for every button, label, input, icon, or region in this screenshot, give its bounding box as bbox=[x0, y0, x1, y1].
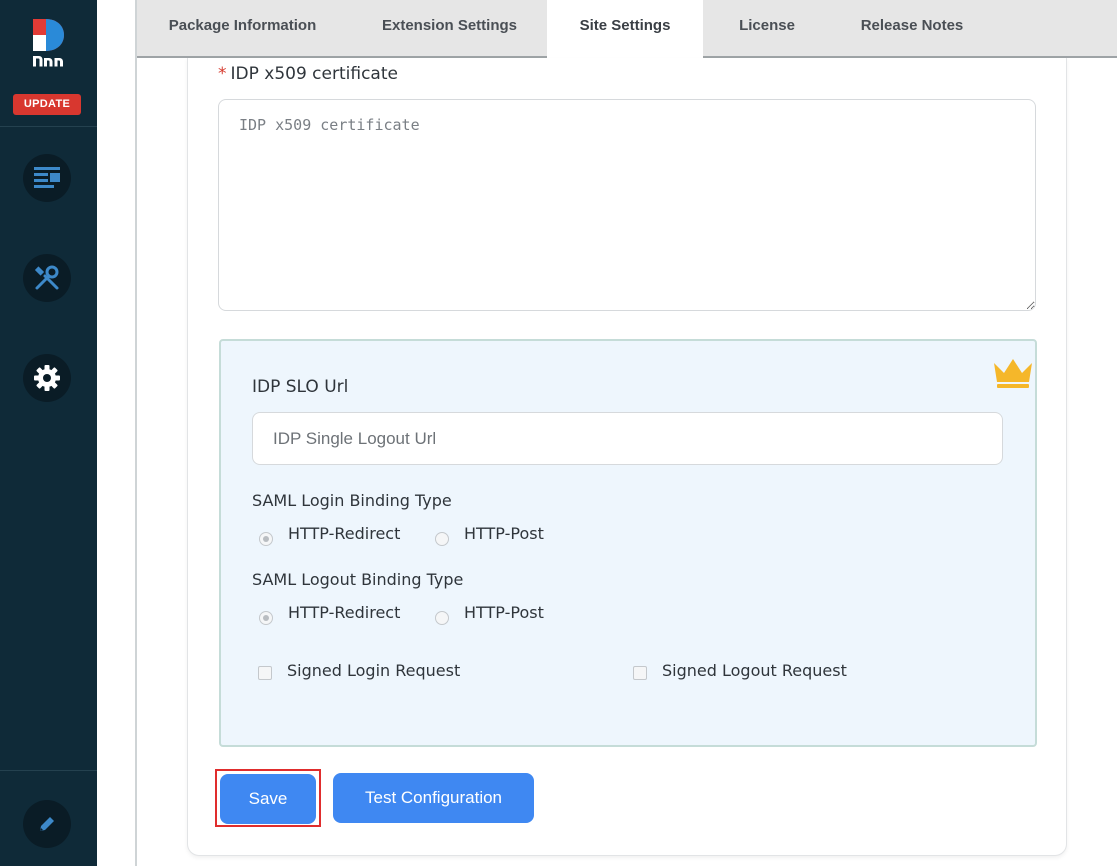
login-binding-redirect-label[interactable]: HTTP-Redirect bbox=[288, 524, 400, 543]
sidebar-tools-button[interactable] bbox=[23, 254, 71, 302]
tab-extension-settings[interactable]: Extension Settings bbox=[367, 0, 532, 56]
logout-binding-post-radio[interactable] bbox=[435, 611, 449, 625]
login-binding-post-radio[interactable] bbox=[435, 532, 449, 546]
content-icon bbox=[34, 167, 60, 188]
sidebar: UPDATE bbox=[0, 0, 97, 866]
signed-login-checkbox[interactable] bbox=[258, 666, 272, 680]
tab-release-notes[interactable]: Release Notes bbox=[847, 0, 977, 56]
main-area: Package Information Extension Settings S… bbox=[135, 0, 1117, 866]
tab-package-information[interactable]: Package Information bbox=[155, 0, 330, 56]
update-badge[interactable]: UPDATE bbox=[13, 94, 81, 115]
logout-binding-post-label[interactable]: HTTP-Post bbox=[464, 603, 544, 622]
tools-icon bbox=[34, 265, 59, 290]
sidebar-edit-button[interactable] bbox=[23, 800, 71, 848]
slo-url-label: IDP SLO Url bbox=[252, 377, 349, 397]
cert-textarea[interactable] bbox=[218, 99, 1036, 311]
premium-settings-box: IDP SLO Url SAML Login Binding Type HTTP… bbox=[219, 339, 1037, 747]
logout-binding-redirect-label[interactable]: HTTP-Redirect bbox=[288, 603, 400, 622]
login-binding-label: SAML Login Binding Type bbox=[252, 491, 452, 510]
dnn-logo[interactable] bbox=[30, 18, 66, 72]
cert-label: * IDP x509 certificate bbox=[218, 64, 398, 84]
sidebar-settings-button[interactable] bbox=[23, 354, 71, 402]
login-binding-redirect-radio[interactable] bbox=[259, 532, 273, 546]
sidebar-divider bbox=[0, 770, 97, 771]
test-configuration-button[interactable]: Test Configuration bbox=[333, 773, 534, 823]
crown-icon bbox=[994, 359, 1032, 388]
signed-login-label[interactable]: Signed Login Request bbox=[287, 661, 460, 680]
login-binding-post-label[interactable]: HTTP-Post bbox=[464, 524, 544, 543]
settings-icon bbox=[34, 365, 60, 391]
sidebar-content-button[interactable] bbox=[23, 154, 71, 202]
cert-label-text: IDP x509 certificate bbox=[230, 64, 398, 84]
edit-icon bbox=[40, 817, 54, 831]
slo-url-input[interactable] bbox=[252, 412, 1003, 465]
settings-panel: *IDP x509 certificate IDP SLO Url SAML L… bbox=[187, 58, 1067, 856]
logout-binding-label: SAML Logout Binding Type bbox=[252, 570, 464, 589]
save-button[interactable]: Save bbox=[220, 774, 316, 824]
signed-logout-checkbox[interactable] bbox=[633, 666, 647, 680]
tab-site-settings[interactable]: Site Settings bbox=[547, 0, 703, 58]
required-marker: * bbox=[218, 64, 227, 84]
sidebar-divider bbox=[0, 126, 97, 127]
logout-binding-redirect-radio[interactable] bbox=[259, 611, 273, 625]
signed-logout-label[interactable]: Signed Logout Request bbox=[662, 661, 847, 680]
tab-license[interactable]: License bbox=[723, 0, 811, 56]
tab-bar: Package Information Extension Settings S… bbox=[137, 0, 1117, 58]
